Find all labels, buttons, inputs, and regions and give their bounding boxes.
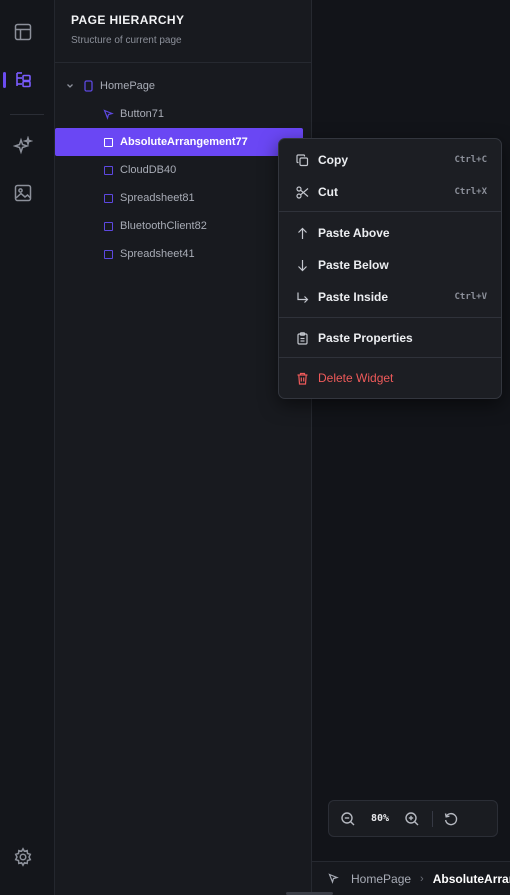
zoom-level: 80%: [370, 813, 390, 824]
chevron-down-icon[interactable]: [64, 80, 76, 92]
breadcrumb-root[interactable]: HomePage: [351, 872, 411, 886]
menu-item-shortcut: Ctrl+V: [454, 292, 487, 302]
corner-down-right-icon: [296, 291, 309, 304]
square-icon: [102, 136, 114, 148]
hierarchy-icon[interactable]: [12, 69, 34, 91]
phone-icon: [82, 80, 94, 92]
menu-item-shortcut: Ctrl+C: [454, 155, 487, 165]
tree-item-label: HomePage: [100, 80, 156, 92]
zoom-in-icon[interactable]: [402, 809, 422, 829]
menu-item-cut[interactable]: Cut Ctrl+X: [279, 178, 501, 206]
square-icon: [102, 164, 114, 176]
clipboard-icon: [296, 331, 309, 345]
tree-item-absolutearrangement77[interactable]: AbsoluteArrangement77: [55, 128, 303, 156]
image-icon[interactable]: [12, 182, 34, 204]
menu-divider: [279, 317, 501, 318]
tree-item-label: Spreadsheet81: [120, 192, 195, 204]
menu-divider: [279, 357, 501, 358]
square-icon: [102, 192, 114, 204]
tree-item-label: AbsoluteArrangement77: [120, 136, 248, 148]
zoom-out-icon[interactable]: [338, 809, 358, 829]
zoom-controls: 80%: [328, 800, 498, 837]
tree-item-bluetoothclient82[interactable]: BluetoothClient82: [55, 212, 311, 240]
cursor-icon: [328, 873, 339, 884]
menu-item-shortcut: Ctrl+X: [454, 187, 487, 197]
reset-zoom-icon[interactable]: [441, 809, 461, 829]
hierarchy-tree: HomePage Button71 AbsoluteArrangement77 …: [55, 72, 311, 268]
menu-divider: [279, 211, 501, 212]
arrow-up-icon: [296, 227, 309, 240]
rail-divider: [10, 114, 44, 115]
context-menu: Copy Ctrl+C Cut Ctrl+X Paste Above Paste…: [278, 138, 502, 399]
breadcrumb: HomePage › AbsoluteArrangement77: [312, 861, 510, 895]
settings-gear-icon[interactable]: [12, 846, 34, 868]
tree-item-clouddb40[interactable]: CloudDB40: [55, 156, 311, 184]
square-icon: [102, 220, 114, 232]
arrow-down-icon: [296, 259, 309, 272]
menu-item-label: Paste Properties: [318, 331, 413, 345]
menu-item-label: Paste Above: [318, 226, 390, 240]
app-root: PAGE HIERARCHY Structure of current page…: [0, 0, 510, 895]
left-rail: [0, 0, 55, 895]
menu-item-paste-above[interactable]: Paste Above: [279, 219, 501, 247]
sparkles-icon[interactable]: [12, 135, 34, 157]
menu-item-label: Cut: [318, 185, 338, 199]
square-icon: [102, 248, 114, 260]
scissors-icon: [296, 185, 309, 199]
copy-icon: [296, 153, 309, 167]
page-hierarchy-panel: PAGE HIERARCHY Structure of current page…: [55, 0, 312, 895]
menu-item-label: Delete Widget: [318, 371, 394, 385]
menu-item-label: Copy: [318, 153, 348, 167]
menu-item-copy[interactable]: Copy Ctrl+C: [279, 146, 501, 174]
chevron-right-icon: ›: [420, 872, 424, 885]
tree-item-label: CloudDB40: [120, 164, 177, 176]
tree-item-label: BluetoothClient82: [120, 220, 207, 232]
tree-item-label: Button71: [120, 108, 165, 120]
tree-item-spreadsheet41[interactable]: Spreadsheet41: [55, 240, 311, 268]
trash-icon: [296, 372, 309, 385]
cursor-icon: [102, 108, 114, 120]
layout-icon[interactable]: [12, 21, 34, 43]
tree-item-homepage[interactable]: HomePage: [55, 72, 311, 100]
menu-item-paste-properties[interactable]: Paste Properties: [279, 324, 501, 352]
design-canvas[interactable]: [312, 0, 510, 895]
menu-item-label: Paste Below: [318, 258, 389, 272]
breadcrumb-current[interactable]: AbsoluteArrangement77: [433, 872, 510, 886]
menu-item-label: Paste Inside: [318, 290, 389, 304]
menu-item-paste-inside[interactable]: Paste Inside Ctrl+V: [279, 283, 501, 311]
panel-header: PAGE HIERARCHY Structure of current page: [55, 0, 311, 63]
panel-subtitle: Structure of current page: [71, 35, 182, 46]
tree-item-label: Spreadsheet41: [120, 248, 195, 260]
tree-item-spreadsheet81[interactable]: Spreadsheet81: [55, 184, 311, 212]
menu-item-delete-widget[interactable]: Delete Widget: [279, 364, 501, 392]
tree-item-button71[interactable]: Button71: [55, 100, 311, 128]
zoom-divider: [432, 810, 433, 827]
rail-active-indicator: [3, 72, 6, 88]
panel-title: PAGE HIERARCHY: [71, 13, 185, 27]
menu-item-paste-below[interactable]: Paste Below: [279, 251, 501, 279]
